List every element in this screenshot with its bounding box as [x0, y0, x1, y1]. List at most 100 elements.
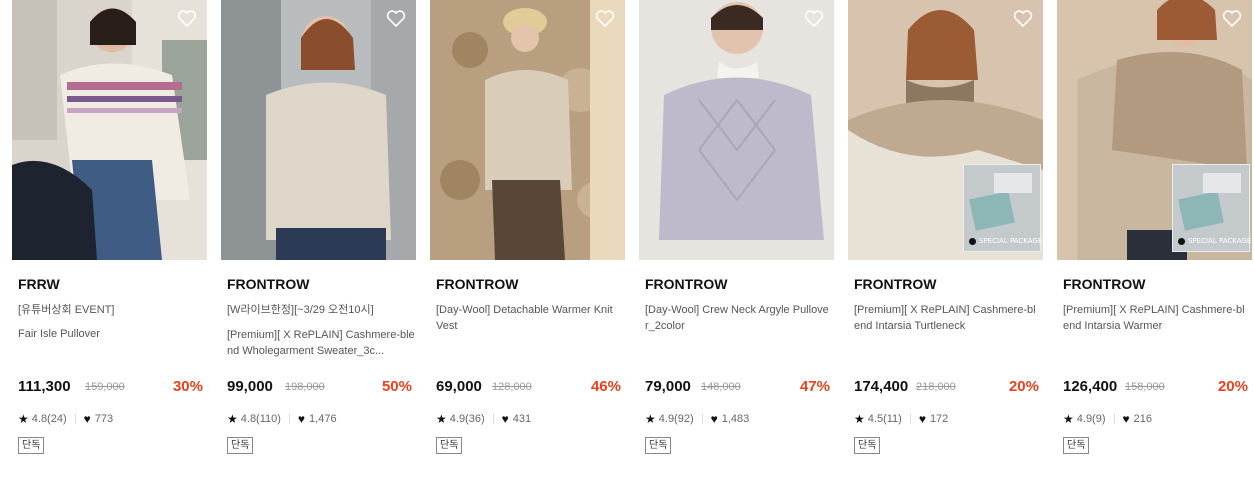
discount-rate: 20%	[1217, 378, 1248, 395]
sale-price: 99,000	[227, 378, 273, 395]
sale-price: 126,400	[1063, 378, 1118, 395]
special-package-label: SPECIAL PACKAGE	[1178, 237, 1251, 245]
product-card[interactable]: FRONTROW [Day-Wool] Crew Neck Argyle Pul…	[639, 0, 834, 478]
original-price: 198,000	[285, 381, 325, 393]
original-price: 128,000	[492, 381, 532, 393]
brand-name[interactable]: FRRW	[18, 276, 60, 292]
heart-filled-icon: ♥	[501, 412, 509, 426]
product-name[interactable]: [Premium][ X RePLAIN] Cashmere-blend Int…	[1063, 302, 1249, 334]
exclusive-badge: 단독	[436, 437, 463, 454]
wishlist-heart-icon[interactable]	[595, 9, 615, 28]
review-meta: ★ 4.5(11) ♥ 172	[854, 412, 948, 426]
product-grid: FRRW [유튜버상회 EVENT] Fair Isle Pullover 11…	[0, 0, 1254, 478]
original-price: 218,000	[916, 381, 956, 393]
like-count: 431	[512, 413, 532, 425]
like-count: 1,483	[721, 413, 750, 425]
sale-price: 111,300	[18, 378, 71, 395]
special-package-badge: SPECIAL PACKAGE	[1172, 164, 1251, 252]
brand-name[interactable]: FRONTROW	[645, 276, 727, 292]
divider	[701, 414, 703, 424]
divider	[492, 414, 494, 424]
discount-rate: 20%	[1008, 378, 1039, 395]
star-icon: ★	[1063, 412, 1074, 426]
wishlist-heart-icon[interactable]	[1222, 9, 1242, 28]
original-price: 148,000	[701, 381, 741, 393]
product-promo[interactable]: [유튜버상회 EVENT]	[18, 303, 206, 318]
product-card[interactable]: FRONTROW [Day-Wool] Detachable Warmer Kn…	[430, 0, 625, 478]
product-image[interactable]	[12, 0, 207, 260]
brand-name[interactable]: FRONTROW	[227, 276, 309, 292]
review-meta: ★ 4.9(92) ♥ 1,483	[645, 412, 749, 426]
product-name[interactable]: [Day-Wool] Detachable Warmer Knit Vest	[436, 302, 622, 334]
star-icon: ★	[18, 412, 29, 426]
rating: 4.9(9)	[1076, 413, 1106, 425]
heart-filled-icon: ♥	[1122, 412, 1130, 426]
product-photo	[639, 0, 834, 260]
discount-rate: 50%	[381, 378, 412, 395]
product-card[interactable]: FRRW [유튜버상회 EVENT] Fair Isle Pullover 11…	[12, 0, 207, 478]
brand-name[interactable]: FRONTROW	[436, 276, 518, 292]
heart-filled-icon: ♥	[710, 412, 718, 426]
product-card[interactable]: FRONTROW [W라이브한정][~3/29 오전10시] [Premium]…	[221, 0, 416, 478]
special-package-label: SPECIAL PACKAGE	[969, 237, 1042, 245]
rating: 4.9(92)	[658, 413, 694, 425]
star-icon: ★	[645, 412, 656, 426]
product-card[interactable]: SPECIAL PACKAGE FRONTROW [Premium][ X Re…	[848, 0, 1043, 478]
exclusive-badge: 단독	[854, 437, 881, 454]
product-name[interactable]: Fair Isle Pullover	[18, 327, 206, 342]
special-package-badge: SPECIAL PACKAGE	[963, 164, 1042, 252]
original-price: 159,000	[85, 381, 125, 393]
divider	[909, 414, 911, 424]
like-count: 216	[1133, 413, 1152, 425]
rating: 4.8(110)	[240, 413, 281, 425]
review-meta: ★ 4.9(9) ♥ 216	[1063, 412, 1152, 426]
rating: 4.8(24)	[31, 413, 67, 425]
product-photo	[12, 0, 207, 260]
rating: 4.5(11)	[867, 413, 902, 425]
discount-rate: 30%	[172, 378, 203, 395]
brand-name[interactable]: FRONTROW	[854, 276, 936, 292]
wishlist-heart-icon[interactable]	[1013, 9, 1033, 28]
plus-icon	[1178, 237, 1185, 245]
product-image[interactable]: SPECIAL PACKAGE	[848, 0, 1043, 260]
wishlist-heart-icon[interactable]	[177, 9, 197, 28]
product-image[interactable]	[430, 0, 625, 260]
exclusive-badge: 단독	[645, 437, 672, 454]
discount-rate: 46%	[590, 378, 621, 395]
product-name[interactable]: [Premium][ X RePLAIN] Cashmere-blend Int…	[854, 302, 1040, 334]
like-count: 773	[94, 413, 114, 425]
product-image[interactable]: SPECIAL PACKAGE	[1057, 0, 1252, 260]
wishlist-heart-icon[interactable]	[386, 9, 406, 28]
review-meta: ★ 4.8(110) ♥ 1,476	[227, 412, 337, 426]
product-image[interactable]	[221, 0, 416, 260]
divider	[288, 414, 290, 424]
original-price: 158,000	[1125, 381, 1165, 393]
product-image[interactable]	[639, 0, 834, 260]
heart-filled-icon: ♥	[83, 412, 91, 426]
sale-price: 174,400	[854, 378, 909, 395]
sale-price: 79,000	[645, 378, 691, 395]
heart-filled-icon: ♥	[297, 412, 306, 426]
rating: 4.9(36)	[449, 413, 485, 425]
review-meta: ★ 4.8(24) ♥ 773	[18, 412, 113, 426]
product-promo[interactable]: [W라이브한정][~3/29 오전10시]	[227, 303, 415, 318]
like-count: 1,476	[309, 413, 337, 425]
star-icon: ★	[436, 412, 447, 426]
sale-price: 69,000	[436, 378, 482, 395]
star-icon: ★	[227, 412, 238, 426]
exclusive-badge: 단독	[1063, 437, 1090, 454]
divider	[74, 414, 76, 424]
product-name[interactable]: [Premium][ X RePLAIN] Cashmere-blend Who…	[227, 327, 415, 359]
like-count: 172	[929, 413, 949, 425]
heart-filled-icon: ♥	[918, 412, 926, 426]
divider	[1113, 414, 1115, 424]
star-icon: ★	[854, 412, 865, 426]
product-photo	[430, 0, 625, 260]
brand-name[interactable]: FRONTROW	[1063, 276, 1145, 292]
product-card[interactable]: SPECIAL PACKAGE FRONTROW [Premium][ X Re…	[1057, 0, 1252, 478]
wishlist-heart-icon[interactable]	[804, 9, 824, 28]
product-name[interactable]: [Day-Wool] Crew Neck Argyle Pullover_2co…	[645, 302, 831, 334]
product-photo	[221, 0, 416, 260]
discount-rate: 47%	[799, 378, 830, 395]
exclusive-badge: 단독	[18, 437, 45, 454]
